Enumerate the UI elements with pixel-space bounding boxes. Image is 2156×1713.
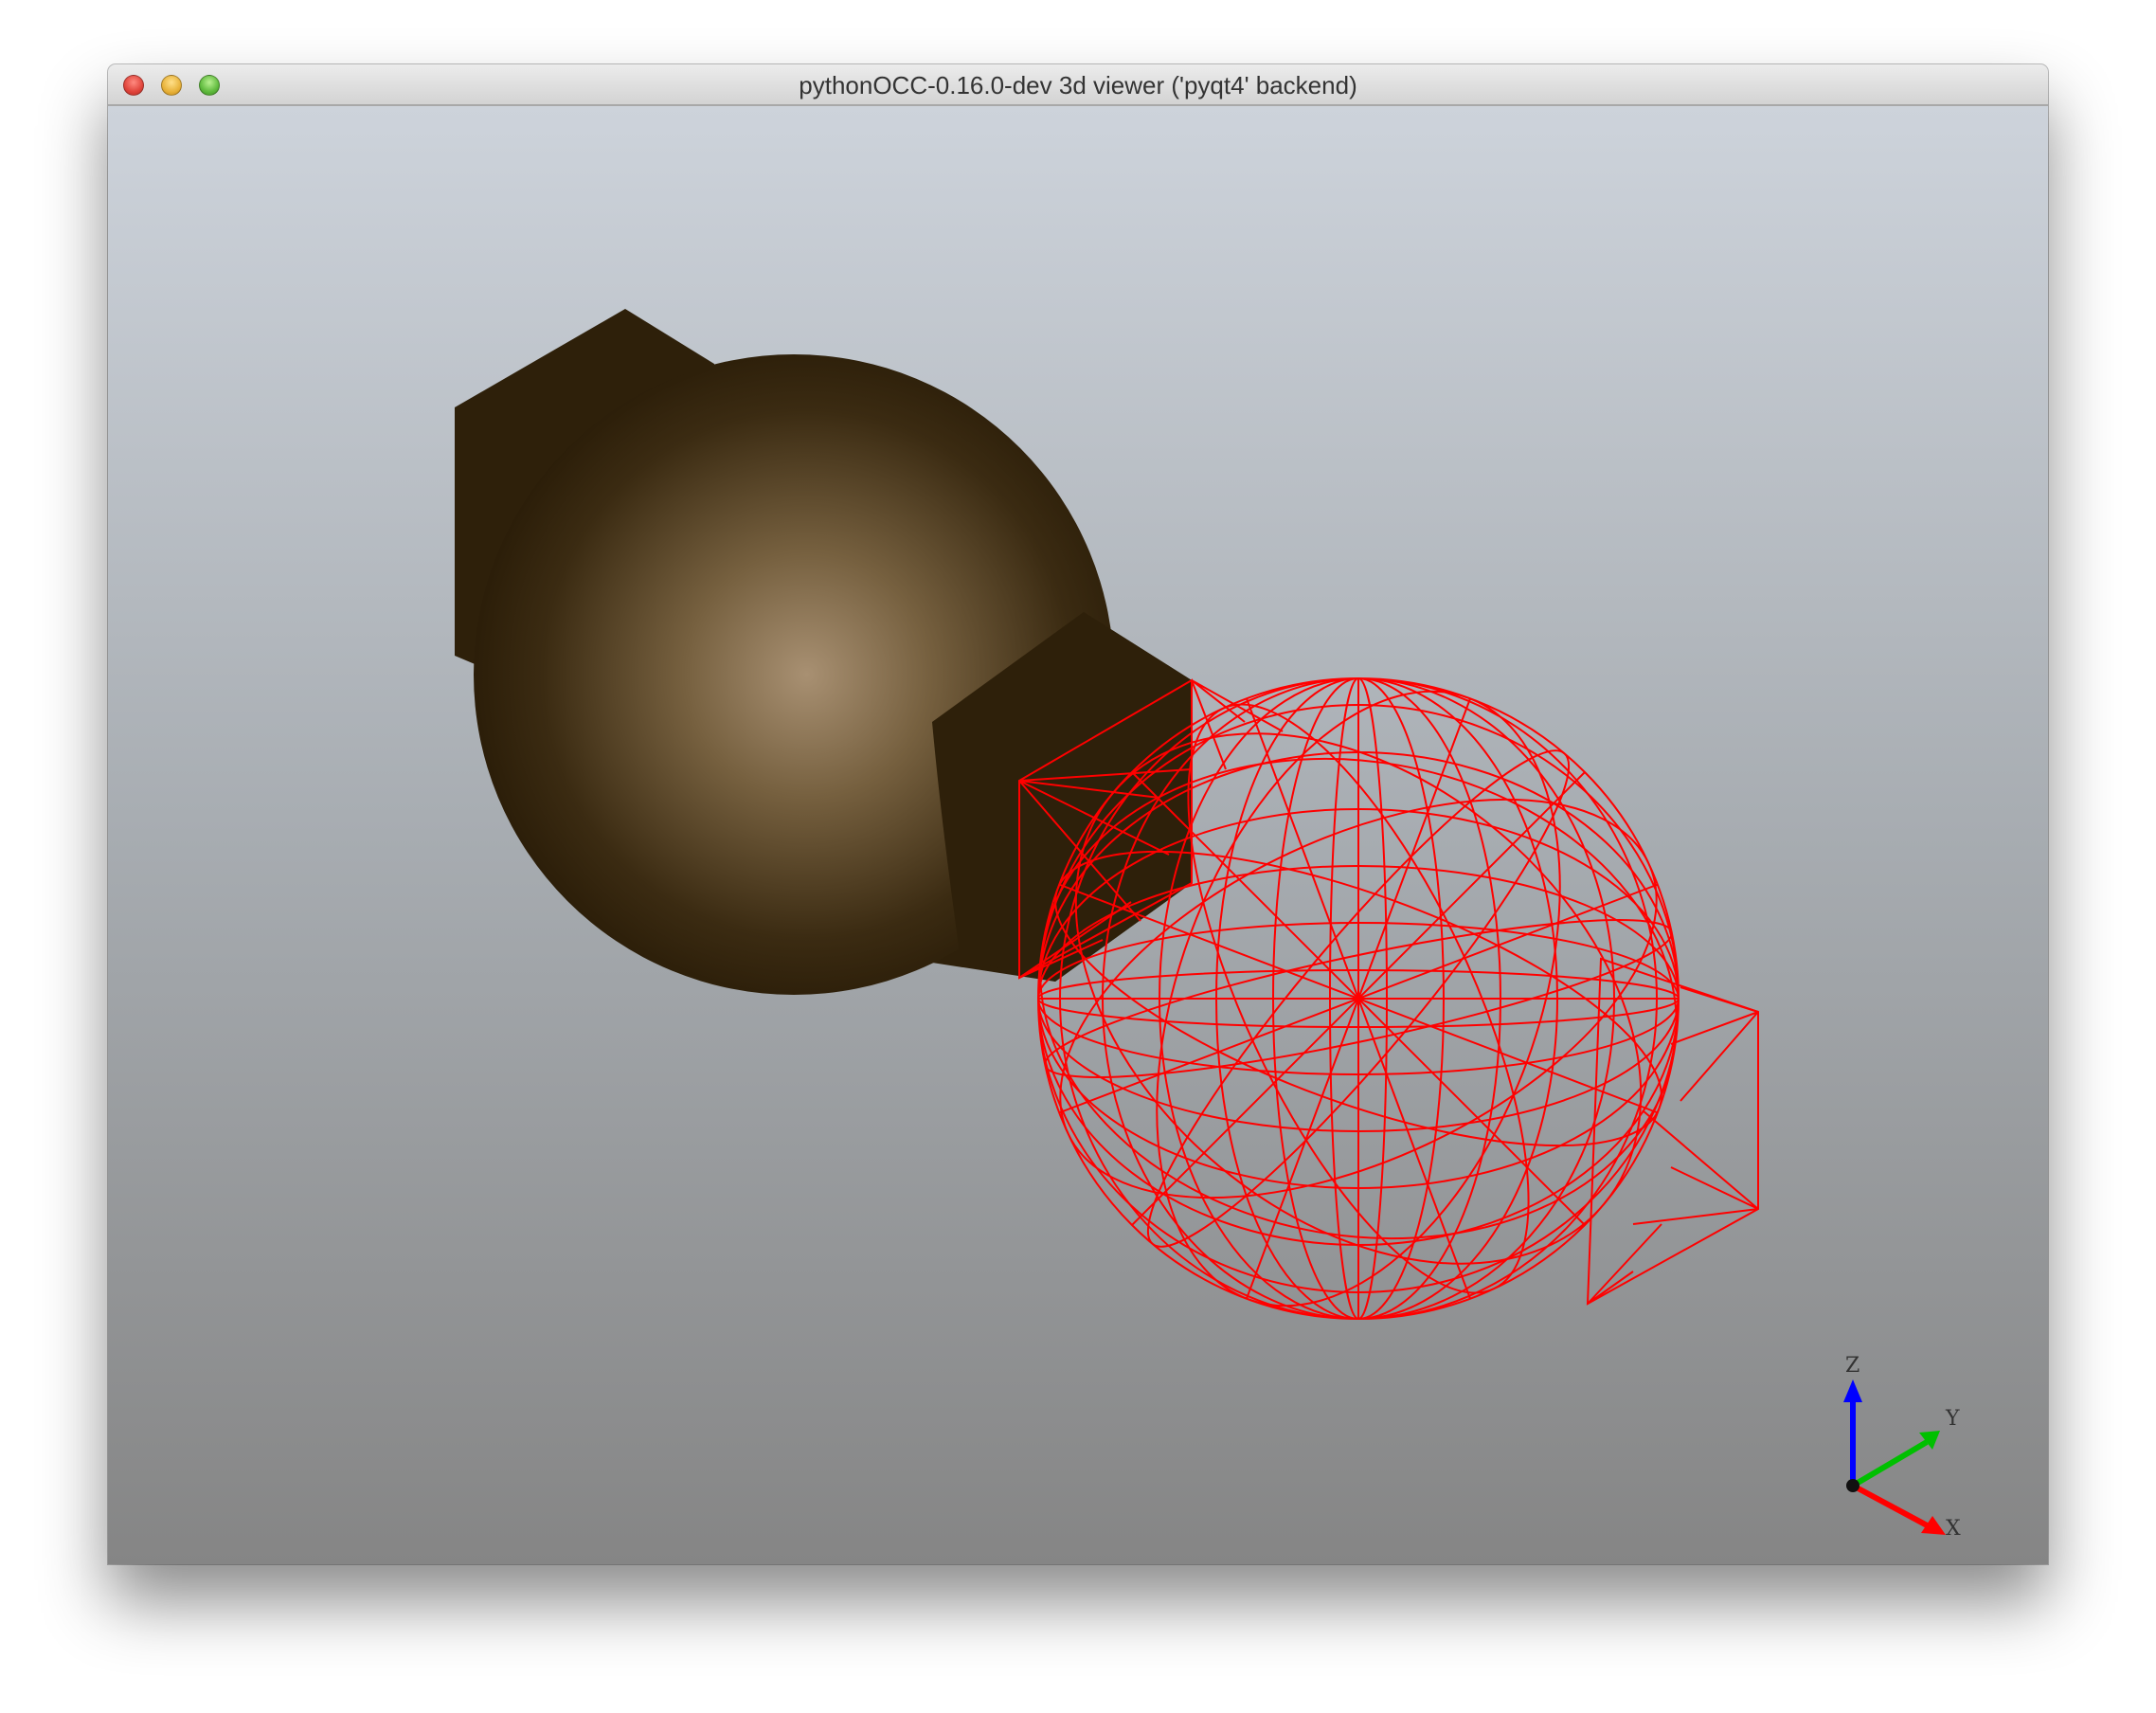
y-axis-line bbox=[1851, 1439, 1929, 1488]
title-bar[interactable]: pythonOCC-0.16.0-dev 3d viewer ('pyqt4' … bbox=[108, 64, 2048, 106]
z-axis-label: Z bbox=[1845, 1354, 1860, 1378]
x-axis-line bbox=[1851, 1483, 1932, 1530]
trihedron-origin bbox=[1846, 1479, 1860, 1492]
y-axis-label: Y bbox=[1945, 1407, 1960, 1431]
3d-viewport[interactable]: Z Y X bbox=[108, 106, 2048, 1564]
window-title: pythonOCC-0.16.0-dev 3d viewer ('pyqt4' … bbox=[799, 71, 1357, 99]
view-trihedron: Z Y X bbox=[1843, 1354, 1961, 1541]
viewer-window: pythonOCC-0.16.0-dev 3d viewer ('pyqt4' … bbox=[108, 64, 2048, 1564]
z-axis-arrow bbox=[1843, 1379, 1862, 1402]
3d-scene: Z Y X bbox=[455, 309, 1961, 1541]
x-axis-label: X bbox=[1946, 1517, 1961, 1541]
